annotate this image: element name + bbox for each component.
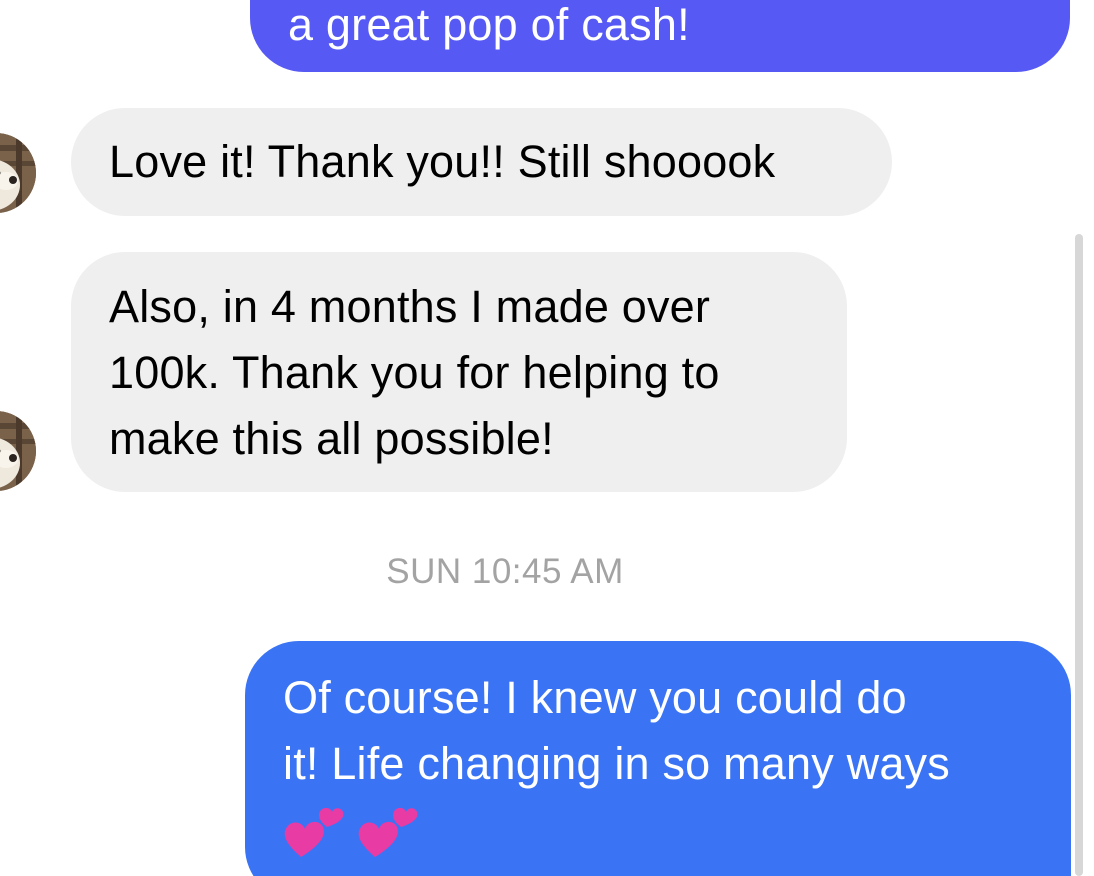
incoming-message-bubble[interactable]: Also, in 4 months I made over 100k. Than… xyxy=(71,252,847,492)
dog-photo-icon xyxy=(0,133,36,213)
outgoing-message-bubble[interactable]: a great pop of cash! xyxy=(250,0,1070,72)
message-text: a great pop of cash! xyxy=(288,0,690,50)
chat-thread: a great pop of cash! Love it! Thank you!… xyxy=(0,0,1094,876)
contact-avatar[interactable] xyxy=(0,133,36,213)
message-line: make this all possible! xyxy=(109,413,554,464)
message-line: Of course! I knew you could do xyxy=(283,672,907,723)
emoji-row xyxy=(283,801,1033,861)
outgoing-message-bubble[interactable]: Of course! I knew you could do it! Life … xyxy=(245,641,1071,876)
incoming-message-bubble[interactable]: Love it! Thank you!! Still shooook xyxy=(71,108,892,216)
message-text: Love it! Thank you!! Still shooook xyxy=(109,136,776,187)
contact-avatar[interactable] xyxy=(0,411,36,491)
message-line: it! Life changing in so many ways xyxy=(283,738,950,789)
two-hearts-icon xyxy=(284,807,344,857)
scrollbar[interactable] xyxy=(1075,234,1083,876)
message-line: Also, in 4 months I made over xyxy=(109,281,711,332)
message-timestamp: SUN 10:45 AM xyxy=(386,552,624,591)
message-line: 100k. Thank you for helping to xyxy=(109,347,720,398)
dog-photo-icon xyxy=(0,411,36,491)
two-hearts-icon xyxy=(358,807,418,857)
